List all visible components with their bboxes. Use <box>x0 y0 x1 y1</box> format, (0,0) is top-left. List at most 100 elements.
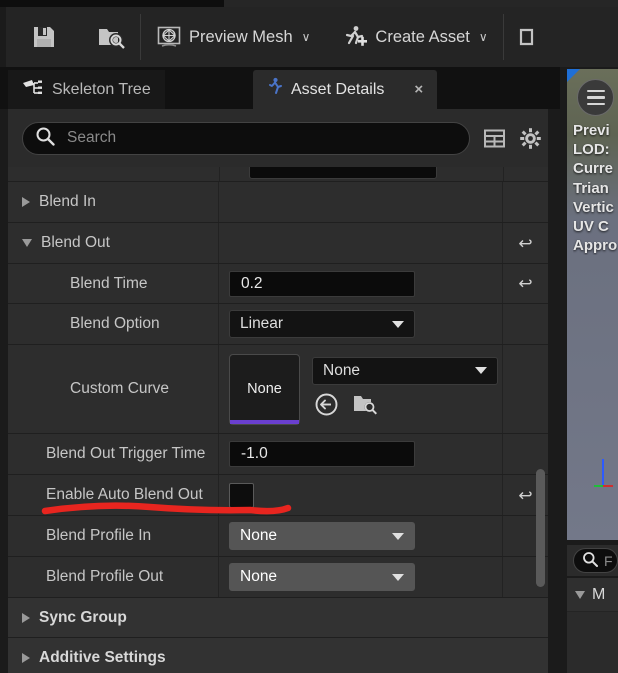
chevron-down-icon: ∨ <box>478 30 488 44</box>
property-row-custom-curve[interactable]: Custom Curve None None <box>8 345 548 434</box>
blend-profile-in-value: None <box>240 527 278 544</box>
custom-curve-dropdown[interactable]: None <box>312 356 498 385</box>
viewport-tree-remainder <box>567 612 618 673</box>
row-value-cell <box>219 598 503 637</box>
unreal-animation-editor: Preview Mesh ∨ Create Asset ∨ Skeleton T… <box>0 0 618 673</box>
panel-left-edge <box>0 109 8 673</box>
viewport-stats-overlay: Previ LOD: Curre Trian Vertic UV C Appro <box>573 121 618 255</box>
browse-button[interactable] <box>88 14 134 60</box>
panel-right-edge <box>548 109 560 673</box>
property-row-blend-profile-out[interactable]: Blend Profile Out None <box>8 557 548 598</box>
property-row-blend-profile-in[interactable]: Blend Profile In None <box>8 516 548 557</box>
property-row-blend-out-trigger-time[interactable]: Blend Out Trigger Time -1.0 <box>8 434 548 475</box>
reset-arrow-icon: ↩ <box>518 233 533 253</box>
property-label: Enable Auto Blend Out <box>46 486 203 503</box>
row-value-cell: None <box>219 516 503 556</box>
property-row-enable-auto-blend-out[interactable]: Enable Auto Blend Out ↩ <box>8 475 548 516</box>
reset-to-default-button[interactable]: ↩ <box>503 264 548 303</box>
row-name-cell: Enable Auto Blend Out <box>8 475 219 515</box>
property-label: Blend Profile In <box>46 527 152 544</box>
custom-curve-thumbnail-label: None <box>247 381 282 397</box>
property-label: Blend Out Trigger Time <box>46 445 206 462</box>
viewport-3d-scene[interactable]: Previ LOD: Curre Trian Vertic UV C Appro <box>567 69 618 540</box>
category-row-sync-group[interactable]: Sync Group <box>8 598 548 638</box>
details-search-row <box>8 109 548 167</box>
preview-viewport-panel: Previ LOD: Curre Trian Vertic UV C Appro <box>560 67 618 673</box>
row-value-cell <box>219 638 503 673</box>
row-name-cell: Blend Out Trigger Time <box>8 434 219 474</box>
property-label: Blend Time <box>70 274 148 292</box>
row-reset-cell <box>503 434 548 474</box>
viewport-search-input[interactable]: F <box>573 548 618 573</box>
enable-auto-blend-out-checkbox[interactable] <box>229 482 254 508</box>
row-reset-cell <box>503 598 548 637</box>
tab-asset-details-label: Asset Details <box>291 80 385 98</box>
property-row-blend-in[interactable]: Blend In <box>8 182 548 223</box>
chevron-down-icon <box>392 532 404 540</box>
tab-asset-details[interactable]: Asset Details × <box>253 70 438 109</box>
viewport-stat-line: Curre <box>573 160 614 178</box>
row-value-cell: None <box>219 557 503 597</box>
toolbar-left-edge <box>0 7 6 67</box>
chevron-down-icon: ∨ <box>301 30 311 44</box>
row-value-cell <box>219 475 503 515</box>
blend-profile-in-dropdown[interactable]: None <box>229 522 415 550</box>
category-label: Sync Group <box>39 608 127 626</box>
property-row-blend-time[interactable]: Blend Time 0.2 ↩ <box>8 264 548 304</box>
search-input-wrapper[interactable] <box>22 121 470 155</box>
close-icon[interactable]: × <box>414 81 423 98</box>
blend-out-trigger-time-input[interactable]: -1.0 <box>229 441 415 467</box>
property-label: Blend Profile Out <box>46 568 164 585</box>
viewport-panel-search-row: F <box>567 545 618 576</box>
chevron-right-icon[interactable] <box>22 652 30 663</box>
blend-option-dropdown[interactable]: Linear <box>229 310 415 338</box>
toolbar-overflow-button[interactable] <box>510 14 546 60</box>
reset-to-default-button[interactable]: ↩ <box>503 223 548 263</box>
property-row-blend-option[interactable]: Blend Option Linear <box>8 304 548 345</box>
chevron-down-icon <box>475 367 487 374</box>
blend-time-input[interactable]: 0.2 <box>229 270 415 297</box>
partial-icon <box>519 24 537 50</box>
category-label: Additive Settings <box>39 648 166 666</box>
row-value-cell: Linear <box>219 304 503 344</box>
partial-text-field[interactable] <box>249 167 437 179</box>
chevron-down-icon[interactable] <box>22 239 32 247</box>
viewport-stat-line: Appro <box>573 237 618 255</box>
row-value-cell: 0.2 <box>219 264 503 303</box>
chevron-down-icon[interactable] <box>575 590 585 599</box>
hamburger-menu-icon[interactable] <box>577 79 614 116</box>
settings-gear-icon[interactable] <box>519 127 542 150</box>
row-value-cell: None None <box>219 345 503 433</box>
use-selected-asset-icon[interactable] <box>314 392 339 422</box>
property-label: Blend In <box>39 193 96 210</box>
preview-mesh-button[interactable]: Preview Mesh ∨ <box>147 14 319 60</box>
chevron-right-icon[interactable] <box>22 612 30 623</box>
save-button[interactable] <box>22 14 66 60</box>
row-name-cell: Blend Profile In <box>8 516 219 556</box>
window-top-strip-right <box>224 0 618 7</box>
custom-curve-icon-row <box>312 392 498 422</box>
viewport-stat-line: Vertic <box>573 198 614 216</box>
search-input[interactable] <box>65 128 457 148</box>
custom-curve-value: None <box>323 361 361 379</box>
viewport-tree-item[interactable]: M <box>567 578 618 612</box>
row-reset-cell <box>503 304 548 344</box>
chevron-right-icon[interactable] <box>22 197 30 207</box>
asset-details-panel: Blend In Blend Out ↩ Blend Time <box>0 109 560 673</box>
column-layout-icon[interactable] <box>483 127 506 150</box>
category-row-additive-settings[interactable]: Additive Settings <box>8 638 548 673</box>
property-row-blend-out[interactable]: Blend Out ↩ <box>8 223 548 264</box>
vertical-scrollbar[interactable] <box>536 469 545 587</box>
blend-profile-out-dropdown[interactable]: None <box>229 563 415 591</box>
custom-curve-thumbnail[interactable]: None <box>229 353 300 425</box>
property-label: Custom Curve <box>70 380 170 397</box>
search-icon <box>582 551 598 570</box>
toolbar-separator-1 <box>140 14 141 60</box>
browse-to-asset-icon[interactable] <box>352 392 378 421</box>
row-name-cell: Additive Settings <box>8 638 219 673</box>
tab-skeleton-tree[interactable]: Skeleton Tree <box>8 70 165 109</box>
skeleton-tree-icon <box>22 77 44 102</box>
create-asset-icon <box>342 24 368 50</box>
create-asset-button[interactable]: Create Asset ∨ <box>333 14 496 60</box>
blend-profile-out-value: None <box>240 568 278 585</box>
